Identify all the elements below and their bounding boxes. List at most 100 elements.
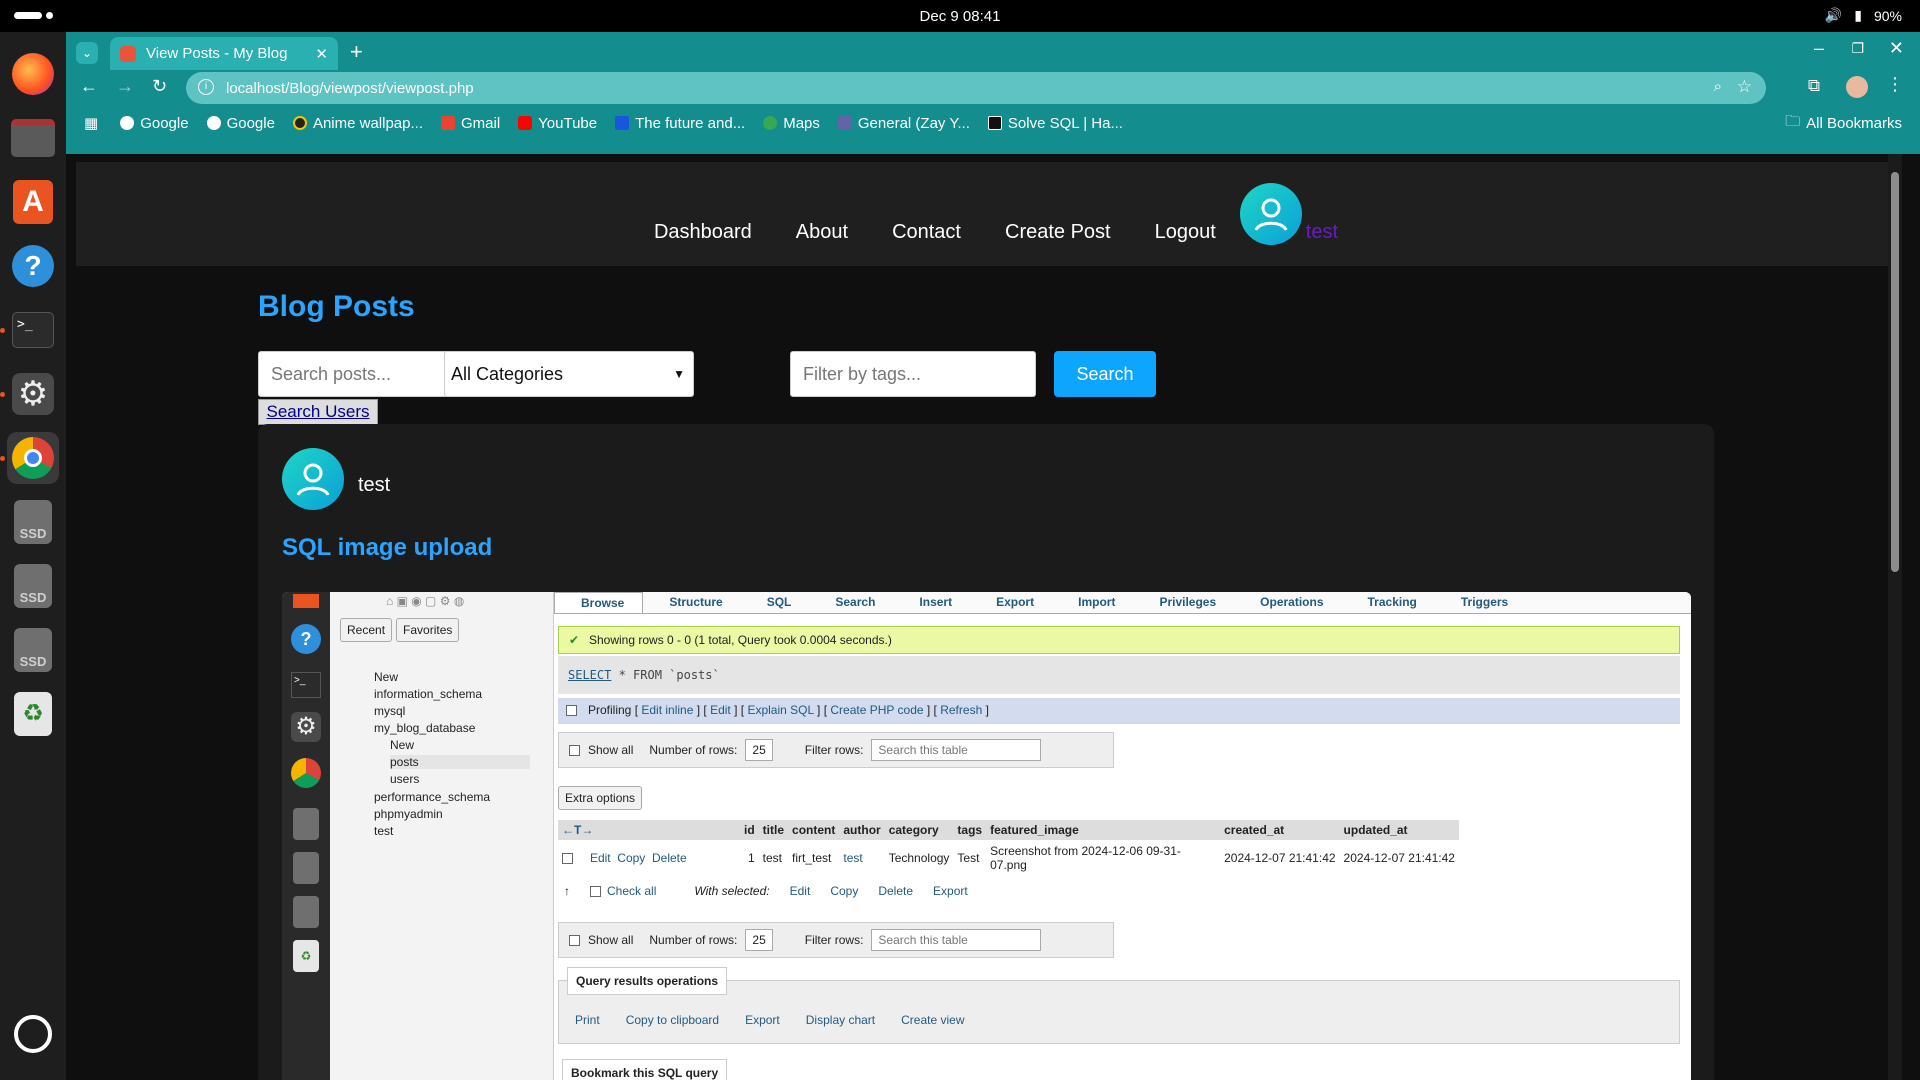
- show-all-checkbox[interactable]: [569, 934, 580, 946]
- bookmark-future[interactable]: The future and...: [615, 115, 745, 132]
- create-view-button[interactable]: Create view: [901, 1013, 964, 1027]
- tab-search-icon[interactable]: ⌄: [76, 42, 98, 64]
- zoom-icon[interactable]: ⌕: [1714, 78, 1722, 95]
- maximize-icon[interactable]: ❐: [1851, 40, 1864, 57]
- display-chart-button[interactable]: Display chart: [806, 1013, 875, 1027]
- table-header[interactable]: updated_at: [1339, 820, 1459, 840]
- filter-rows-input[interactable]: Search this table: [871, 739, 1042, 761]
- bookmark-google[interactable]: Google: [120, 115, 189, 132]
- ssd-drive-icon[interactable]: SSD: [7, 496, 59, 548]
- bulk-export[interactable]: Export: [933, 884, 968, 898]
- app-center-icon[interactable]: A: [7, 176, 59, 228]
- nav-dashboard[interactable]: Dashboard: [654, 221, 752, 244]
- tab-import[interactable]: Import: [1052, 592, 1133, 613]
- profiling-checkbox[interactable]: [566, 705, 577, 716]
- browser-tab[interactable]: View Posts - My Blog ✕: [110, 37, 338, 70]
- all-bookmarks[interactable]: 🗀 All Bookmarks: [1785, 111, 1902, 136]
- nav-create-post[interactable]: Create Post: [1005, 221, 1111, 244]
- create-php-link[interactable]: Create PHP code: [830, 703, 923, 717]
- edit-inline-link[interactable]: Edit inline: [641, 703, 693, 717]
- tree-item[interactable]: New: [390, 738, 414, 752]
- ssd-drive-icon[interactable]: SSD: [7, 560, 59, 612]
- search-button[interactable]: Search: [1054, 351, 1156, 397]
- extensions-icon[interactable]: ⧉: [1808, 76, 1820, 96]
- row-edit-link[interactable]: Edit: [590, 851, 611, 865]
- bookmark-hackerrank[interactable]: Solve SQL | Ha...: [987, 115, 1123, 132]
- back-icon[interactable]: ←: [80, 76, 98, 97]
- settings-icon[interactable]: ⚙: [0, 368, 59, 420]
- tree-item[interactable]: my_blog_database: [374, 721, 475, 735]
- search-input[interactable]: Search posts...: [258, 351, 460, 397]
- bookmark-anime[interactable]: Anime wallpap...: [292, 115, 423, 132]
- tab-export[interactable]: Export: [970, 592, 1052, 613]
- system-clock[interactable]: Dec 9 08:41: [920, 8, 1001, 25]
- table-header[interactable]: id: [740, 820, 759, 840]
- category-select[interactable]: All Categories ▼: [444, 351, 694, 397]
- volume-icon[interactable]: 🔊: [1825, 7, 1842, 24]
- close-tab-icon[interactable]: ✕: [315, 45, 328, 63]
- cell[interactable]: test: [839, 840, 884, 876]
- print-button[interactable]: Print: [575, 1013, 600, 1027]
- chrome-icon[interactable]: [0, 432, 59, 484]
- reload-icon[interactable]: ↻: [152, 76, 167, 97]
- export-button[interactable]: Export: [745, 1013, 780, 1027]
- rows-select[interactable]: 25: [745, 739, 773, 761]
- chrome-menu-icon[interactable]: ⋮: [1886, 74, 1904, 95]
- firefox-icon[interactable]: [7, 48, 59, 100]
- tags-filter-input[interactable]: Filter by tags...: [790, 351, 1036, 397]
- bookmark-google[interactable]: Google: [206, 115, 275, 132]
- table-header[interactable]: category: [884, 820, 954, 840]
- nav-username[interactable]: test: [1306, 221, 1338, 244]
- explain-sql-link[interactable]: Explain SQL: [747, 703, 813, 717]
- ssd-drive-icon[interactable]: SSD: [7, 624, 59, 676]
- bulk-edit[interactable]: Edit: [790, 884, 811, 898]
- refresh-link[interactable]: Refresh: [940, 703, 982, 717]
- tree-item[interactable]: performance_schema: [374, 790, 490, 804]
- scrollbar-thumb[interactable]: [1891, 172, 1899, 572]
- table-header[interactable]: tags: [953, 820, 987, 840]
- favorites-tab[interactable]: Favorites: [396, 618, 460, 642]
- tab-privileges[interactable]: Privileges: [1133, 592, 1234, 613]
- post-title[interactable]: SQL image upload: [282, 534, 492, 562]
- show-all-checkbox[interactable]: [569, 744, 580, 756]
- bookmark-maps[interactable]: Maps: [763, 115, 820, 132]
- address-bar[interactable]: i localhost/Blog/viewpost/viewpost.php ⌕…: [186, 72, 1766, 104]
- nav-contact[interactable]: Contact: [892, 221, 961, 244]
- activities-button[interactable]: [14, 12, 53, 19]
- table-header[interactable]: content: [788, 820, 840, 840]
- table-header[interactable]: author: [839, 820, 885, 840]
- bookmark-gmail[interactable]: Gmail: [441, 115, 500, 132]
- nav-about[interactable]: About: [796, 221, 848, 244]
- tab-triggers[interactable]: Triggers: [1435, 592, 1526, 613]
- tree-item[interactable]: users: [390, 772, 419, 786]
- table-header[interactable]: title: [758, 820, 789, 840]
- tab-insert[interactable]: Insert: [893, 592, 970, 613]
- bookmark-general[interactable]: General (Zay Y...: [837, 115, 970, 132]
- table-header[interactable]: created_at: [1220, 820, 1340, 840]
- close-window-icon[interactable]: ✕: [1889, 38, 1904, 59]
- tree-item[interactable]: posts: [390, 755, 530, 769]
- bulk-delete[interactable]: Delete: [878, 884, 913, 898]
- tree-item[interactable]: test: [374, 824, 393, 838]
- minimize-icon[interactable]: –: [1814, 38, 1824, 59]
- rows-select[interactable]: 25: [745, 929, 773, 951]
- apps-grid-icon[interactable]: ▦: [84, 114, 98, 132]
- tree-item[interactable]: phpmyadmin: [374, 807, 443, 821]
- tab-tracking[interactable]: Tracking: [1342, 592, 1435, 613]
- bookmark-query[interactable]: Bookmark this SQL query: [562, 1059, 728, 1080]
- tab-operations[interactable]: Operations: [1234, 592, 1341, 613]
- terminal-icon[interactable]: >_: [0, 304, 59, 356]
- help-icon[interactable]: ?: [7, 240, 59, 292]
- bookmark-star-icon[interactable]: ☆: [1737, 77, 1752, 97]
- profile-avatar[interactable]: [1846, 76, 1868, 98]
- forward-icon[interactable]: →: [116, 76, 134, 97]
- bulk-copy[interactable]: Copy: [830, 884, 858, 898]
- tree-item[interactable]: mysql: [374, 704, 405, 718]
- search-users-link[interactable]: Search Users: [258, 399, 378, 425]
- files-icon[interactable]: [7, 112, 59, 164]
- battery-icon[interactable]: ▮: [1854, 7, 1862, 24]
- table-header[interactable]: featured_image: [986, 820, 1221, 840]
- check-all-link[interactable]: Check all: [607, 884, 656, 898]
- site-info-icon[interactable]: i: [198, 79, 214, 95]
- tab-sql[interactable]: SQL: [741, 592, 810, 613]
